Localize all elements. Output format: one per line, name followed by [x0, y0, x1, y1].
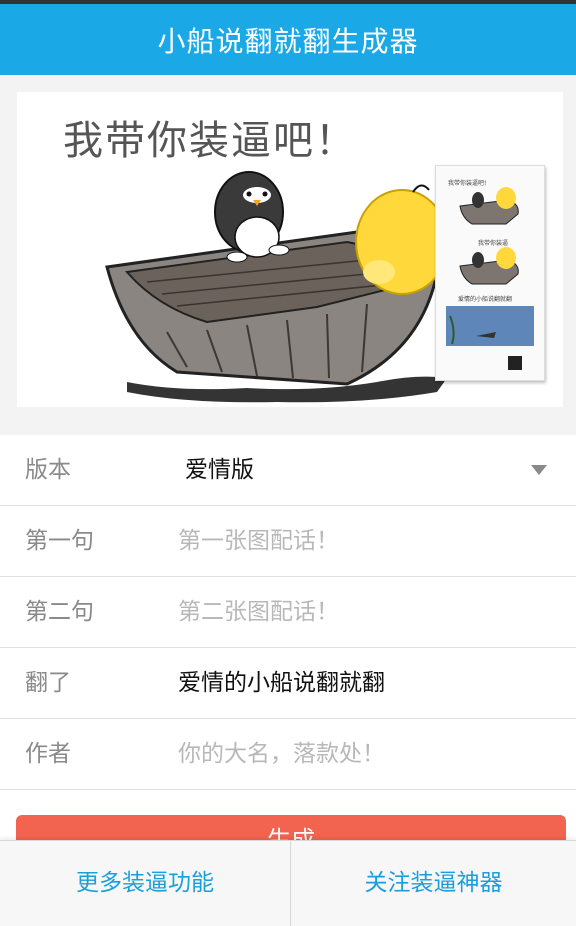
author-label: 作者	[25, 741, 71, 767]
chevron-down-icon[interactable]	[531, 465, 547, 475]
follow-button[interactable]: 关注装逼神器	[291, 841, 576, 926]
more-features-button[interactable]: 更多装逼功能	[0, 841, 290, 926]
line2-label: 第二句	[25, 599, 94, 625]
line1-input[interactable]	[178, 506, 548, 576]
line2-row: 第二句	[0, 577, 576, 648]
flipped-label: 翻了	[25, 670, 71, 696]
mini-poster-preview: 我带你装逼吧! 我带你装逼 爱情的小船说翻就翻	[435, 165, 545, 381]
app-header: 小船说翻就翻生成器	[0, 4, 576, 75]
line1-label: 第一句	[25, 528, 94, 554]
flipped-row: 翻了	[0, 648, 576, 719]
line1-row: 第一句	[0, 506, 576, 577]
flipped-input[interactable]	[178, 648, 548, 718]
version-select[interactable]: 爱情版	[185, 435, 555, 505]
version-label: 版本	[25, 457, 71, 483]
preview-area: 我带你装逼吧！ 我带你装逼吧! 我带你装逼 爱情的小船说翻就翻	[0, 75, 576, 435]
mini-boats	[446, 187, 534, 370]
preview-image[interactable]: 我带你装逼吧！ 我带你装逼吧! 我带你装逼 爱情的小船说翻就翻	[17, 92, 563, 407]
author-input[interactable]	[178, 719, 548, 789]
mini-caption-3: 爱情的小船说翻就翻	[458, 296, 513, 303]
author-row: 作者	[0, 719, 576, 790]
line2-input[interactable]	[178, 577, 548, 647]
mini-caption-2: 我带你装逼	[478, 240, 509, 247]
version-row[interactable]: 版本 爱情版	[0, 435, 576, 506]
page-title: 小船说翻就翻生成器	[157, 24, 419, 58]
bottom-bar: 更多装逼功能 关注装逼神器	[0, 840, 576, 926]
